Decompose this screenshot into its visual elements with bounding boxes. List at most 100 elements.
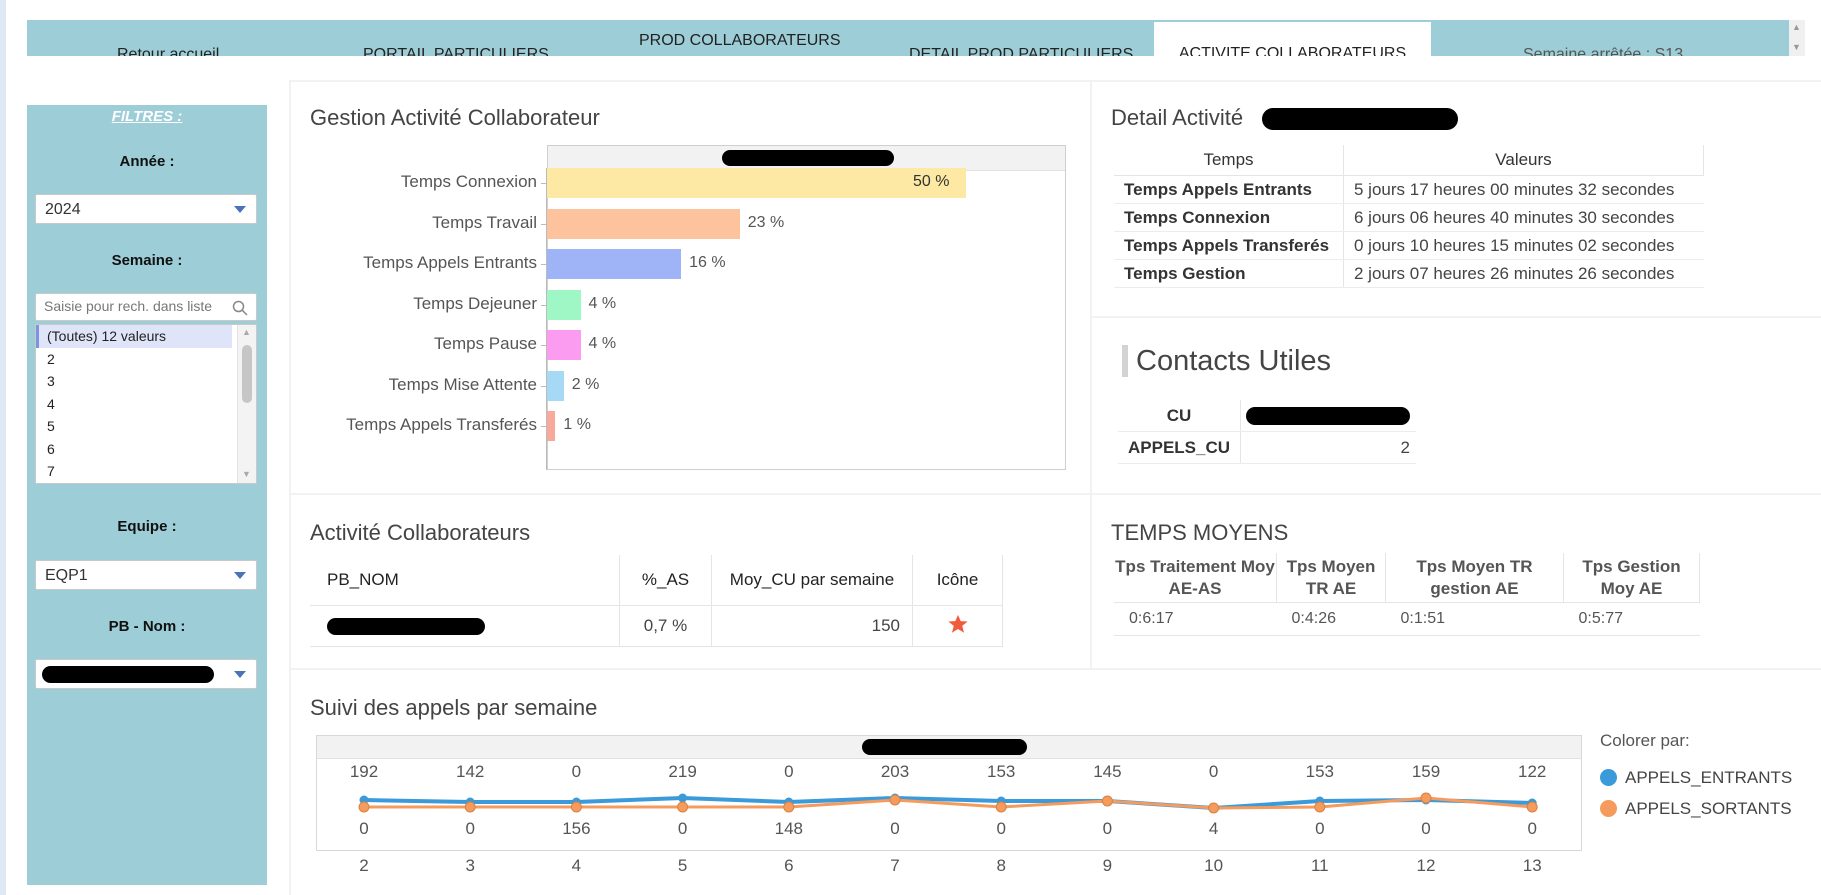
bar-value-label: 2 % <box>571 375 600 393</box>
col-tps-traitement: Tps Traitement Moy AE-AS <box>1114 553 1277 603</box>
x-tick-label: 12 <box>1417 856 1436 875</box>
col-icone: Icône <box>912 555 1003 606</box>
bar-value-label: 50 % <box>913 173 950 190</box>
scroll-up-icon[interactable]: ▲ <box>1792 22 1801 32</box>
col-tps-moyen-tr-gestion: Tps Moyen TR gestion AE <box>1385 553 1564 603</box>
x-tick-label: 4 <box>572 856 581 875</box>
bar-value-label: 23 % <box>747 213 785 231</box>
bar[interactable] <box>547 208 740 239</box>
value-cell: 0:5:77 <box>1563 602 1700 636</box>
tab-retour-accueil[interactable]: Retour accueil <box>117 46 219 56</box>
value-cell: 0:6:17 <box>1114 602 1277 636</box>
bar-tick <box>541 223 546 225</box>
x-tick-label: 3 <box>465 856 474 875</box>
legend-label: APPELS_ENTRANTS <box>1625 768 1793 787</box>
tab-activite-collaborateurs-label: ACTIVITE COLLABORATEURS <box>1178 45 1407 56</box>
table-row: Temps Gestion 2 jours 07 heures 26 minute… <box>1114 259 1704 288</box>
bar-value-label: 4 % <box>588 335 617 352</box>
bar-value-label: 1 % <box>563 416 591 433</box>
annee-dropdown[interactable]: 2024 <box>35 194 257 224</box>
table-row: CU <box>1118 400 1416 432</box>
scroll-down-icon[interactable]: ▼ <box>1792 42 1801 52</box>
tab-detail-prod-particuliers[interactable]: DETAIL PROD PARTICULIERS <box>909 46 1133 56</box>
week-item[interactable]: 2 <box>36 348 232 371</box>
tab-prod-collaborateurs[interactable]: PROD COLLABORATEURS <box>639 32 841 50</box>
detail-title: Detail Activité <box>1111 105 1244 130</box>
tab-portail-particuliers[interactable]: PORTAIL PARTICULIERS <box>363 46 549 56</box>
week-item[interactable]: 4 <box>36 393 232 416</box>
row-value: 6 jours 06 heures 40 minutes 30 secondes <box>1343 203 1704 232</box>
redacted-chart-title <box>862 739 1027 755</box>
top-nav: Retour accueil PORTAIL PARTICULIERS PROD… <box>27 20 1789 56</box>
pbnom-dropdown[interactable] <box>35 659 257 689</box>
annee-value: 2024 <box>45 201 81 218</box>
bar-tick <box>541 426 546 427</box>
chevron-down-icon <box>234 206 246 213</box>
bar[interactable] <box>547 289 581 320</box>
week-item[interactable]: 3 <box>36 370 232 393</box>
row-value: 0 jours 10 heures 15 minutes 02 secondes <box>1343 231 1704 260</box>
week-item[interactable]: 6 <box>36 438 232 461</box>
x-tick-label: 10 <box>1204 856 1223 875</box>
legend-appels-sortants[interactable]: APPELS_SORTANTS <box>1600 799 1792 819</box>
search-icon[interactable] <box>232 300 248 316</box>
suivi-line-chart <box>316 735 1582 851</box>
chart-header <box>317 736 1581 759</box>
bar-category-label: Temps Appels Entrants <box>363 253 537 272</box>
bar[interactable] <box>547 249 682 279</box>
table-row: Temps Appels Entrants 5 jours 17 heures 0… <box>1114 175 1704 204</box>
equipe-value: EQP1 <box>45 567 88 584</box>
week-item-all[interactable]: (Toutes) 12 valeurs <box>36 325 232 348</box>
appels-cu-label: APPELS_CU <box>1118 431 1241 464</box>
row-key: Temps Gestion <box>1114 259 1344 288</box>
col-as: %_AS <box>619 555 712 606</box>
nav-scrollbar[interactable]: ▲ ▼ <box>1789 20 1805 56</box>
cu-label: CU <box>1118 400 1241 432</box>
bar-category-label: Temps Dejeuner <box>413 293 537 313</box>
row-value: 5 jours 17 heures 00 minutes 32 secondes <box>1343 175 1704 204</box>
x-tick-label: 13 <box>1523 856 1542 875</box>
legend-title: Colorer par: <box>1600 731 1690 750</box>
activite-table: PB_NOM %_AS Moy_CU par semaine Icône 0,7… <box>310 555 1003 647</box>
legend-appels-entrants[interactable]: APPELS_ENTRANTS <box>1600 768 1792 788</box>
bar[interactable] <box>547 168 966 198</box>
semaine-label: Semaine : <box>111 252 183 269</box>
bar-tick <box>541 385 546 387</box>
row-key: Temps Appels Transferés <box>1114 231 1344 260</box>
table-row: 0,7 % 150 <box>310 605 1003 647</box>
bar-category-label: Temps Pause <box>434 334 537 353</box>
scroll-thumb[interactable] <box>242 345 252 403</box>
tab-activite-collaborateurs[interactable]: ACTIVITE COLLABORATEURS <box>1154 22 1431 56</box>
table-row: Temps Appels Transferés 0 jours 10 heures… <box>1114 231 1704 260</box>
pbnom-label: PB - Nom : <box>108 618 186 635</box>
bar-category-label: Temps Travail <box>432 212 537 232</box>
contacts-title: Contacts Utiles <box>1122 345 1331 377</box>
bar-category-label: Temps Connexion <box>400 172 537 191</box>
window-left-strip <box>0 0 6 895</box>
x-tick-label: 9 <box>1103 856 1112 875</box>
table-row: 0:6:17 0:4:26 0:1:51 0:5:77 <box>1114 602 1700 636</box>
x-tick-label: 11 <box>1311 856 1329 875</box>
scroll-up-icon[interactable]: ▲ <box>242 327 251 337</box>
bar[interactable] <box>547 370 564 401</box>
bar[interactable] <box>547 411 556 441</box>
bar-tick <box>541 304 546 306</box>
value-cell: 0:4:26 <box>1276 602 1386 636</box>
bar-tick <box>541 264 546 265</box>
week-item[interactable]: 7 <box>36 460 232 483</box>
star-icon <box>947 614 968 633</box>
x-tick-label: 7 <box>890 856 899 875</box>
row-value: 2 jours 07 heures 26 minutes 26 secondes <box>1343 259 1704 288</box>
week-item[interactable]: 5 <box>36 415 232 438</box>
semaine-list-scrollbar[interactable]: ▲ ▼ <box>237 325 256 483</box>
redacted-name <box>42 666 214 683</box>
bar[interactable] <box>547 330 581 360</box>
scroll-down-icon[interactable]: ▼ <box>242 469 251 479</box>
col-moy-cu: Moy_CU par semaine <box>711 555 913 606</box>
col-valeurs: Valeurs <box>1343 145 1704 176</box>
semaine-search-input[interactable] <box>42 297 226 315</box>
legend-label: APPELS_SORTANTS <box>1625 799 1792 818</box>
semaine-list: (Toutes) 12 valeurs 2 3 4 5 6 7 ▲ ▼ <box>35 324 257 484</box>
equipe-dropdown[interactable]: EQP1 <box>35 560 257 590</box>
appels-cu-value: 2 <box>1240 431 1416 464</box>
